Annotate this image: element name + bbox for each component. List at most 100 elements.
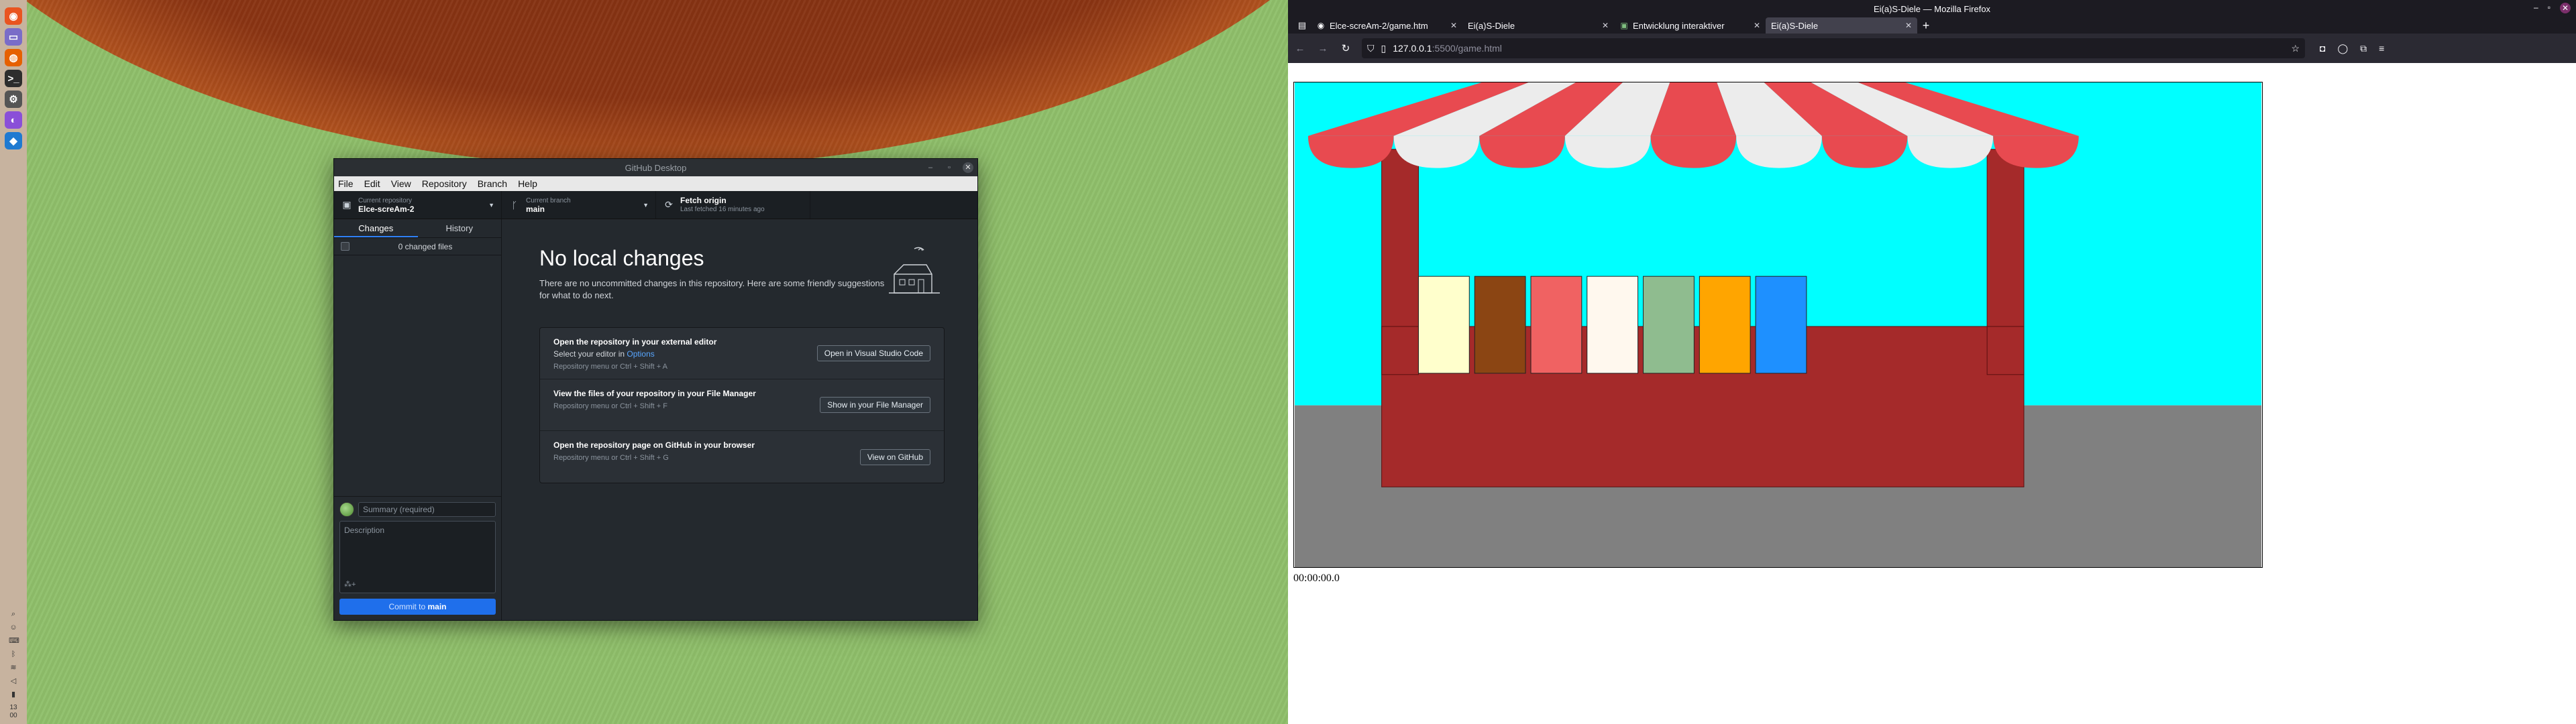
close-icon[interactable]: ✕: [963, 162, 973, 173]
game-timer: 00:00:00.0: [1293, 572, 1340, 584]
minimize-icon[interactable]: –: [2534, 3, 2538, 13]
add-coauthor-icon[interactable]: ⁂+: [344, 580, 356, 589]
tab-changes[interactable]: Changes: [334, 219, 418, 237]
no-changes-illustration-icon: [889, 247, 940, 294]
menu-icon[interactable]: ≡: [2379, 43, 2384, 54]
branch-label: Current branch: [526, 196, 571, 204]
current-branch-button[interactable]: ᚴ Current branch main ▼: [502, 191, 656, 219]
open-in-vscode-button[interactable]: Open in Visual Studio Code: [816, 345, 930, 361]
repo-label: Current repository: [358, 196, 413, 204]
show-in-file-manager-button[interactable]: Show in your File Manager: [820, 397, 930, 413]
stand-post-right: [1986, 149, 2025, 327]
repo-value: Elce-screAm-2: [358, 204, 415, 214]
close-icon[interactable]: ✕: [1450, 21, 1457, 30]
ghd-sidebar: Changes History 0 changed files ⁂+ Commi…: [334, 219, 502, 620]
close-icon[interactable]: ✕: [1602, 21, 1609, 30]
ice-cream-tub: [1699, 276, 1751, 374]
files-icon[interactable]: ▭: [5, 28, 22, 46]
tab-label: Entwicklung interaktiver: [1633, 20, 1725, 31]
avatar: [339, 502, 354, 517]
ice-cream-tub: [1643, 276, 1695, 374]
branch-icon: ᚴ: [511, 199, 518, 210]
view-on-github-button[interactable]: View on GitHub: [859, 448, 930, 465]
browser-tab-active[interactable]: Ei(a)S-Diele ✕: [1766, 17, 1917, 34]
stand-post-left: [1381, 149, 1419, 327]
tab-label: Elce-screAm-2/game.htm: [1330, 20, 1428, 31]
card-hint: Repository menu or Ctrl + Shift + A: [553, 363, 667, 371]
ice-cream-tub: [1530, 276, 1582, 374]
ice-cream-tub: [1474, 276, 1526, 374]
summary-input[interactable]: [358, 502, 496, 517]
browser-tab[interactable]: Ei(a)S-Diele ✕: [1462, 17, 1614, 34]
volume-icon[interactable]: ◁: [9, 676, 18, 686]
github-desktop-icon[interactable]: ◐: [5, 111, 22, 129]
wifi-icon[interactable]: ≋: [9, 663, 18, 672]
close-icon[interactable]: ✕: [1754, 21, 1760, 30]
maximize-icon[interactable]: ▫: [944, 162, 955, 173]
firefox-titlebar[interactable]: Ei(a)S-Diele — Mozilla Firefox – ▫ ✕: [1288, 0, 2576, 17]
tab-history[interactable]: History: [418, 219, 502, 237]
chevron-down-icon: ▼: [488, 201, 494, 208]
ghd-titlebar[interactable]: GitHub Desktop – ▫ ✕: [334, 159, 977, 176]
options-link[interactable]: Options: [627, 349, 654, 359]
commit-button[interactable]: Commit to main: [339, 599, 496, 615]
back-icon[interactable]: ←: [1293, 43, 1307, 54]
extensions-icon[interactable]: ⧉: [2360, 43, 2367, 54]
ice-cream-tub: [1417, 276, 1470, 374]
close-icon[interactable]: ✕: [1905, 21, 1912, 30]
menu-edit[interactable]: Edit: [364, 178, 380, 189]
shield-icon[interactable]: ⛉: [1367, 43, 1375, 54]
battery-icon[interactable]: ▮: [9, 690, 18, 699]
browser-tab[interactable]: ▣ Entwicklung interaktiver ✕: [1614, 17, 1766, 34]
close-icon[interactable]: ✕: [2560, 3, 2571, 13]
menu-view[interactable]: View: [391, 178, 411, 189]
menu-file[interactable]: File: [338, 178, 354, 189]
browser-tab[interactable]: ◉ Elce-screAm-2/game.htm ✕: [1311, 17, 1462, 34]
accessibility-icon[interactable]: ☺: [9, 623, 18, 632]
firefox-icon[interactable]: ◍: [5, 49, 22, 66]
ice-cream-tub: [1587, 276, 1639, 374]
suggestion-editor: Open the repository in your external edi…: [540, 328, 944, 379]
terminal-icon[interactable]: >_: [5, 70, 22, 87]
firefox-window: Ei(a)S-Diele — Mozilla Firefox – ▫ ✕ ▤ ◉…: [1288, 0, 2576, 724]
game-canvas[interactable]: [1293, 82, 2263, 568]
maximize-icon[interactable]: ▫: [2548, 3, 2551, 13]
clock-hour: 13: [9, 704, 17, 711]
lead-text: There are no uncommitted changes in this…: [539, 278, 885, 300]
page-info-icon[interactable]: ▯: [1381, 43, 1387, 54]
keyboard-icon[interactable]: ⌨: [9, 636, 19, 646]
reload-icon[interactable]: ↻: [1339, 42, 1352, 54]
search-icon[interactable]: ⌕: [9, 609, 18, 619]
ghd-menubar: File Edit View Repository Branch Help: [334, 176, 977, 191]
current-repository-button[interactable]: ▣ Current repository Elce-screAm-2 ▼: [334, 191, 502, 219]
bookmark-star-icon[interactable]: ☆: [2291, 43, 2300, 54]
ice-cream-tub: [1755, 276, 1807, 374]
settings-icon[interactable]: ⚙: [5, 90, 22, 108]
chevron-down-icon: ▼: [643, 201, 649, 208]
changed-files-header: 0 changed files: [334, 238, 501, 255]
url-host: 127.0.0.1: [1393, 43, 1432, 54]
firefox-title: Ei(a)S-Diele — Mozilla Firefox: [1873, 3, 1991, 14]
tab-list-icon[interactable]: ▤: [1293, 17, 1311, 34]
bluetooth-icon[interactable]: ᛒ: [9, 650, 18, 659]
page-icon: ▣: [1620, 21, 1628, 30]
url-bar[interactable]: ⛉ ▯ 127.0.0.1:5500/game.html ☆: [1362, 38, 2305, 58]
description-input[interactable]: [340, 522, 495, 575]
pocket-icon[interactable]: ◘: [2320, 43, 2325, 54]
minimize-icon[interactable]: –: [925, 162, 936, 173]
commit-branch: main: [427, 602, 447, 611]
forward-icon[interactable]: →: [1316, 43, 1330, 54]
account-icon[interactable]: ◯: [2337, 43, 2348, 54]
sync-icon: ⟳: [665, 199, 673, 210]
select-all-checkbox[interactable]: [341, 242, 350, 251]
vscode-icon[interactable]: ◆: [5, 132, 22, 149]
ubuntu-icon[interactable]: ◉: [5, 7, 22, 25]
fetch-origin-button[interactable]: ⟳ Fetch origin Last fetched 16 minutes a…: [656, 191, 810, 219]
fetch-title: Fetch origin: [680, 195, 727, 205]
clock[interactable]: 13 00: [9, 704, 17, 720]
ghd-title: GitHub Desktop: [625, 162, 687, 173]
menu-branch[interactable]: Branch: [478, 178, 507, 189]
menu-repository[interactable]: Repository: [422, 178, 467, 189]
new-tab-icon[interactable]: +: [1917, 17, 1935, 34]
menu-help[interactable]: Help: [518, 178, 537, 189]
